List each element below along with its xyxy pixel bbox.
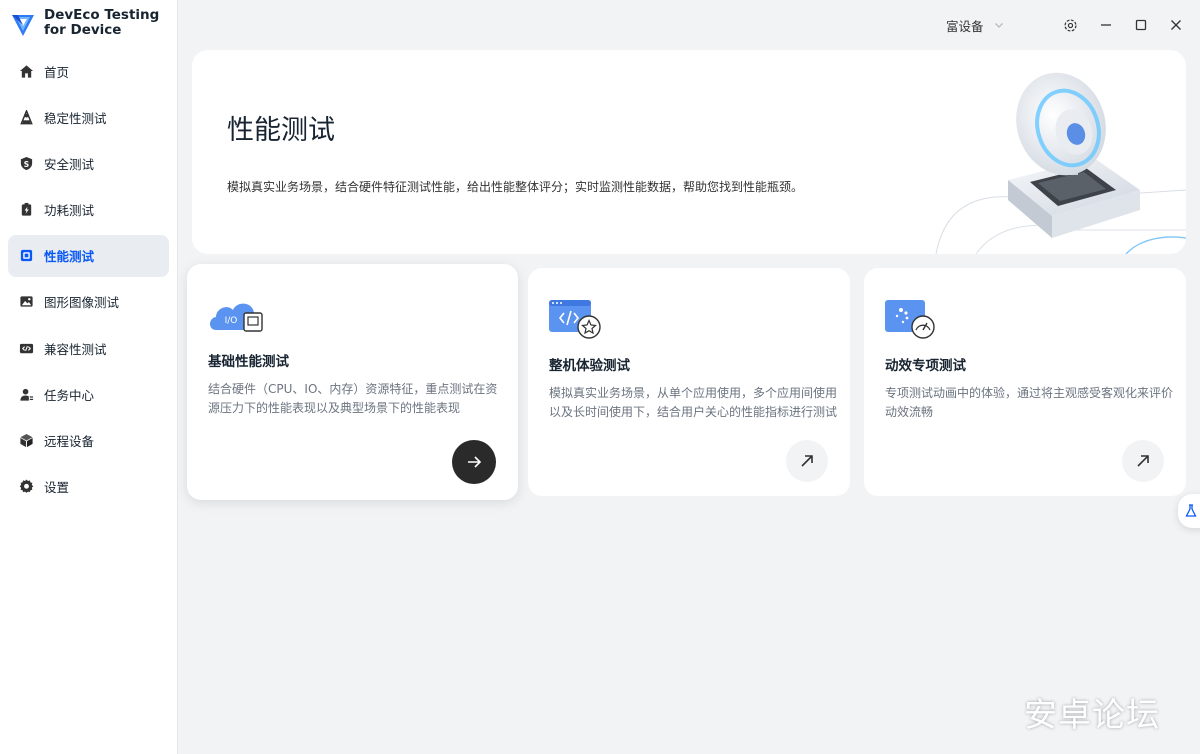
card-open-button[interactable] — [786, 440, 828, 482]
svg-text:S: S — [23, 160, 28, 169]
card-open-button[interactable] — [452, 440, 496, 484]
sidebar-item-remote-device[interactable]: 远程设备 — [8, 420, 169, 462]
sidebar-item-performance[interactable]: 性能测试 — [8, 234, 169, 277]
page-description: 模拟真实业务场景，结合硬件特征测试性能，给出性能整体评分；实时监测性能数据，帮助… — [227, 180, 804, 194]
arrow-up-right-icon — [801, 455, 813, 467]
sidebar-item-label: 功耗测试 — [44, 203, 95, 219]
device-select[interactable]: 富设备 — [946, 16, 1004, 35]
gear-icon — [18, 479, 34, 495]
app-title-line2: for Device — [44, 22, 122, 38]
chip-icon — [18, 248, 34, 264]
card-description: 模拟真实业务场景，从单个应用使用，多个应用间使用以及长时间使用下，结合用户关心的… — [549, 386, 838, 419]
maximize-button[interactable] — [1131, 15, 1151, 35]
card-device-experience[interactable]: 整机体验测试 模拟真实业务场景，从单个应用使用，多个应用间使用以及长时间使用下，… — [528, 268, 850, 496]
sidebar-item-security[interactable]: S 安全测试 — [8, 142, 169, 184]
arrow-up-right-icon — [1137, 455, 1149, 467]
sidebar-item-label: 远程设备 — [44, 434, 95, 449]
flask-icon — [1185, 504, 1197, 517]
cloud-io-label: I/O — [225, 316, 238, 326]
card-description: 专项测试动画中的体验，通过将主观感受客观化来评价动效流畅 — [885, 386, 1174, 419]
cube-icon — [18, 433, 34, 449]
card-basic-performance[interactable]: I/O 基础性能测试 结合硬件（CPU、IO、内存）资源特征，重点测试在资源压力… — [187, 264, 518, 500]
sidebar-item-graphics[interactable]: 图形图像测试 — [8, 281, 169, 323]
home-icon — [18, 63, 34, 79]
power-icon — [18, 202, 34, 218]
card-open-button[interactable] — [1122, 440, 1164, 482]
sidebar-item-label: 图形图像测试 — [44, 295, 120, 311]
sidebar-item-label: 性能测试 — [44, 249, 95, 265]
image-icon — [18, 294, 34, 310]
sidebar-item-label: 稳定性测试 — [44, 110, 107, 126]
performance-illustration — [935, 72, 1186, 254]
brand: DevEco Testing for Device — [10, 8, 159, 38]
close-button[interactable] — [1166, 15, 1186, 35]
sidebar-item-power[interactable]: 功耗测试 — [8, 189, 169, 231]
maximize-icon — [1135, 19, 1147, 31]
sidebar-nav: 首页 稳定性测试 S 安全测试 功耗测试 性能测试 图形图像测试 兼容性测试 任… — [8, 50, 169, 512]
settings-button[interactable] — [1060, 15, 1080, 35]
deveco-logo — [12, 15, 34, 36]
watermark: 安卓论坛 — [1024, 695, 1160, 734]
gear-icon — [1063, 18, 1077, 32]
card-title: 整机体验测试 — [549, 358, 630, 374]
sidebar-item-label: 任务中心 — [44, 387, 95, 403]
minimize-icon — [1101, 24, 1111, 26]
user-task-icon — [18, 386, 34, 402]
app-title-line1: DevEco Testing — [44, 7, 160, 23]
arrow-right-icon — [468, 456, 482, 468]
device-select-value: 富设备 — [946, 19, 984, 34]
card-title: 基础性能测试 — [208, 354, 289, 370]
sidebar-item-compatibility[interactable]: 兼容性测试 — [8, 327, 169, 369]
card-description: 结合硬件（CPU、IO、内存）资源特征，重点测试在资源压力下的性能表现以及典型场… — [208, 382, 498, 415]
sidebar-item-label: 兼容性测试 — [44, 341, 107, 357]
close-icon — [1171, 20, 1181, 30]
hero-banner: 性能测试 模拟真实业务场景，结合硬件特征测试性能，给出性能整体评分；实时监测性能… — [192, 50, 1186, 254]
stability-icon — [18, 109, 34, 125]
sidebar-item-home[interactable]: 首页 — [8, 50, 169, 92]
sidebar-item-stability[interactable]: 稳定性测试 — [8, 96, 169, 138]
floating-assistant-tab[interactable] — [1178, 494, 1200, 528]
minimize-button[interactable] — [1096, 15, 1116, 35]
sidebar-item-settings[interactable]: 设置 — [8, 466, 169, 508]
code-icon — [18, 340, 34, 356]
shield-icon: S — [18, 155, 34, 171]
sidebar: DevEco Testing for Device 首页 稳定性测试 S 安全测… — [0, 0, 178, 754]
sidebar-item-label: 设置 — [44, 480, 70, 496]
sidebar-item-label: 首页 — [44, 64, 70, 80]
sidebar-item-task-center[interactable]: 任务中心 — [8, 373, 169, 415]
card-title: 动效专项测试 — [885, 358, 966, 374]
animation-gauge-icon — [885, 300, 935, 339]
sidebar-item-label: 安全测试 — [44, 156, 95, 172]
cloud-io-icon: I/O — [210, 303, 263, 332]
code-window-star-icon — [549, 300, 601, 339]
page-title: 性能测试 — [227, 115, 335, 146]
chevron-down-icon — [994, 18, 1004, 33]
card-animation-test[interactable]: 动效专项测试 专项测试动画中的体验，通过将主观感受客观化来评价动效流畅 — [864, 268, 1186, 496]
